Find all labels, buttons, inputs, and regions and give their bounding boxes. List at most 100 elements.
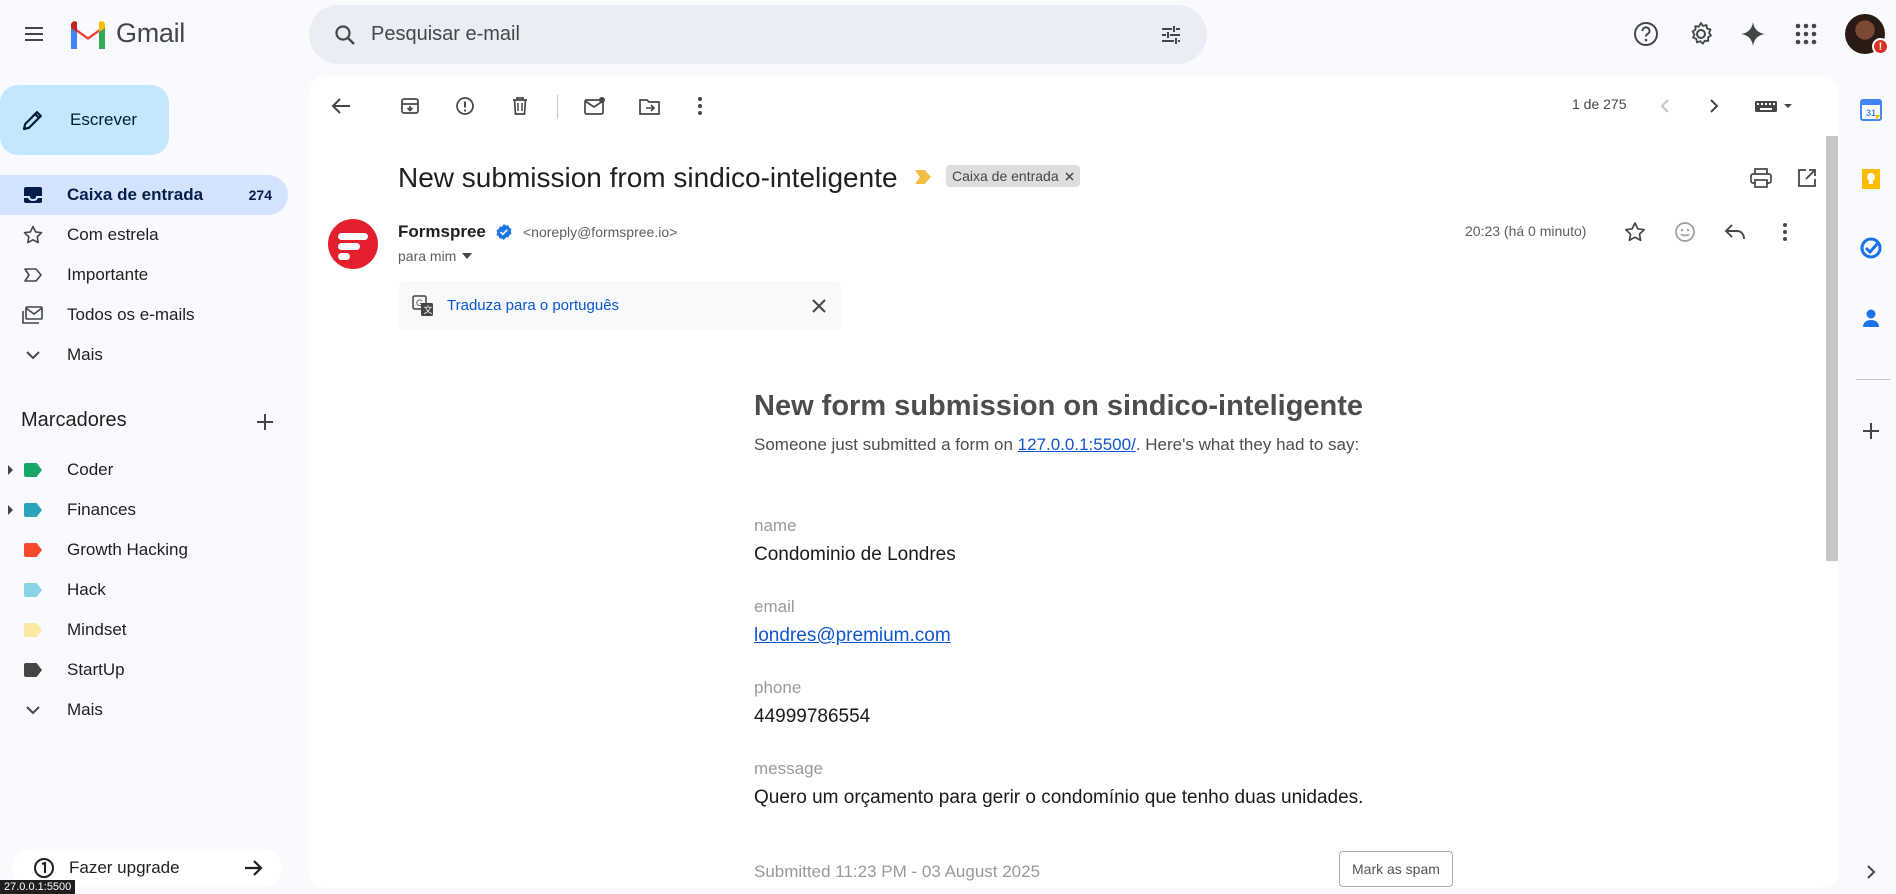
label-item-startup[interactable]: StartUp — [0, 650, 288, 690]
keep-notes-icon[interactable] — [1851, 159, 1891, 199]
sender-name[interactable]: Formspree — [398, 222, 486, 242]
more-vertical-icon[interactable] — [680, 86, 720, 126]
message-more-vertical-icon[interactable] — [1765, 212, 1805, 252]
app-name: Gmail — [116, 18, 186, 48]
submission-source-link[interactable]: 127.0.0.1:5500/ — [1018, 435, 1136, 454]
nav-starred[interactable]: Com estrela — [0, 215, 288, 255]
labels-more[interactable]: Mais — [0, 690, 288, 730]
search-input[interactable] — [371, 23, 1151, 46]
contacts-icon[interactable] — [1851, 298, 1891, 338]
search-bar[interactable] — [309, 5, 1207, 64]
gmail-m-icon — [71, 20, 105, 49]
translate-icon: G文 — [412, 294, 434, 317]
label-name: Mindset — [67, 620, 127, 639]
label-item-coder[interactable]: Coder — [0, 450, 288, 490]
expand-side-panel-chevron-icon[interactable] — [1851, 852, 1891, 892]
all-mail-icon — [21, 305, 45, 325]
pencil-icon — [20, 107, 46, 133]
search-icon[interactable] — [325, 15, 365, 55]
tasks-icon[interactable] — [1851, 228, 1891, 268]
label-tag-icon — [24, 663, 42, 677]
search-options-icon[interactable] — [1151, 15, 1191, 55]
verified-badge-icon — [495, 223, 513, 241]
back-arrow-icon[interactable] — [321, 86, 361, 126]
message-subject: New submission from sindico-inteligente — [398, 162, 898, 193]
translate-link[interactable]: Traduza para o português — [447, 297, 619, 314]
inbox-count: 274 — [248, 187, 272, 203]
report-spam-icon[interactable] — [445, 86, 485, 126]
compose-label: Escrever — [70, 110, 138, 129]
mark-as-spam-button[interactable]: Mark as spam — [1339, 851, 1453, 887]
label-name: Coder — [67, 460, 114, 479]
mark-unread-icon[interactable] — [575, 86, 615, 126]
chip-label: Caixa de entrada — [952, 168, 1059, 184]
apps-grid-icon[interactable] — [1786, 14, 1826, 54]
nav-inbox[interactable]: Caixa de entrada 274 — [0, 175, 288, 215]
important-marker-icon[interactable] — [915, 170, 931, 184]
label-tag-icon — [24, 623, 42, 637]
field-name: name Condominio de Londres — [754, 516, 956, 566]
add-label-button[interactable] — [250, 407, 280, 437]
gemini-sparkle-icon[interactable] — [1733, 14, 1773, 54]
nav-important[interactable]: Importante — [0, 255, 288, 295]
emoji-reaction-icon[interactable] — [1665, 212, 1705, 252]
plus-icon — [257, 414, 273, 430]
help-icon[interactable] — [1626, 14, 1666, 54]
reply-icon[interactable] — [1715, 212, 1755, 252]
sender-email: <noreply@formspree.io> — [523, 224, 678, 240]
star-icon — [21, 225, 45, 245]
field-value: Quero um orçamento para gerir o condomín… — [754, 787, 1364, 808]
open-in-new-window-icon[interactable] — [1787, 158, 1827, 198]
add-addon-plus-icon[interactable] — [1851, 411, 1891, 451]
intro-text: Someone just submitted a form on — [754, 435, 1018, 454]
pagination-count: 1 de 275 — [1572, 96, 1627, 112]
label-name: StartUp — [67, 660, 125, 679]
expand-arrow-icon[interactable] — [8, 505, 13, 515]
svg-text:31: 31 — [1866, 108, 1876, 118]
label-tag-icon — [24, 543, 42, 557]
move-to-folder-icon[interactable] — [630, 86, 670, 126]
expand-arrow-icon[interactable] — [8, 465, 13, 475]
label-item-finances[interactable]: Finances — [0, 490, 288, 530]
email-link[interactable]: londres@premium.com — [754, 625, 951, 646]
main-menu-button[interactable] — [14, 14, 54, 54]
settings-gear-icon[interactable] — [1681, 14, 1721, 54]
nav-all-mail[interactable]: Todos os e-mails — [0, 295, 288, 335]
input-tools-keyboard-icon[interactable] — [1749, 86, 1801, 126]
label-item-hack[interactable]: Hack — [0, 570, 288, 610]
intro-text: . Here's what they had to say: — [1135, 435, 1360, 454]
gmail-logo[interactable]: Gmail — [68, 18, 185, 49]
label-item-growth-hacking[interactable]: Growth Hacking — [0, 530, 288, 570]
field-label: message — [754, 759, 823, 778]
upgrade-label: Fazer upgrade — [69, 858, 180, 877]
label-name: Growth Hacking — [67, 540, 188, 559]
field-value-email: londres@premium.com — [754, 625, 951, 647]
toolbar-divider — [557, 95, 558, 119]
remove-label-icon[interactable] — [1065, 171, 1074, 181]
recipient-label: para mim — [398, 248, 457, 264]
label-item-mindset[interactable]: Mindset — [0, 610, 288, 650]
scrollbar-thumb[interactable] — [1826, 136, 1838, 561]
archive-icon[interactable] — [390, 86, 430, 126]
chevron-down-icon — [21, 350, 45, 360]
print-icon[interactable] — [1741, 158, 1781, 198]
recipient-details[interactable]: para mim — [398, 248, 473, 264]
nav-label: Importante — [67, 265, 149, 284]
delete-trash-icon[interactable] — [500, 86, 540, 126]
account-alert-badge: ! — [1872, 38, 1889, 55]
nav-more[interactable]: Mais — [0, 335, 288, 375]
arrow-right-icon — [244, 859, 264, 877]
svg-text:文: 文 — [424, 304, 433, 315]
inbox-label-chip[interactable]: Caixa de entrada — [946, 165, 1080, 187]
star-icon[interactable] — [1615, 212, 1655, 252]
field-phone: phone 44999786554 — [754, 678, 870, 728]
field-value: 44999786554 — [754, 706, 871, 727]
nav-label: Caixa de entrada — [67, 185, 204, 204]
compose-button[interactable]: Escrever — [0, 85, 169, 155]
older-chevron-right-icon[interactable] — [1694, 86, 1734, 126]
sender-avatar[interactable] — [328, 219, 378, 269]
calendar-icon[interactable]: 31 — [1851, 90, 1891, 130]
close-icon[interactable] — [812, 298, 826, 313]
newer-chevron-left-icon[interactable] — [1645, 86, 1685, 126]
body-intro: Someone just submitted a form on 127.0.0… — [754, 435, 1454, 455]
